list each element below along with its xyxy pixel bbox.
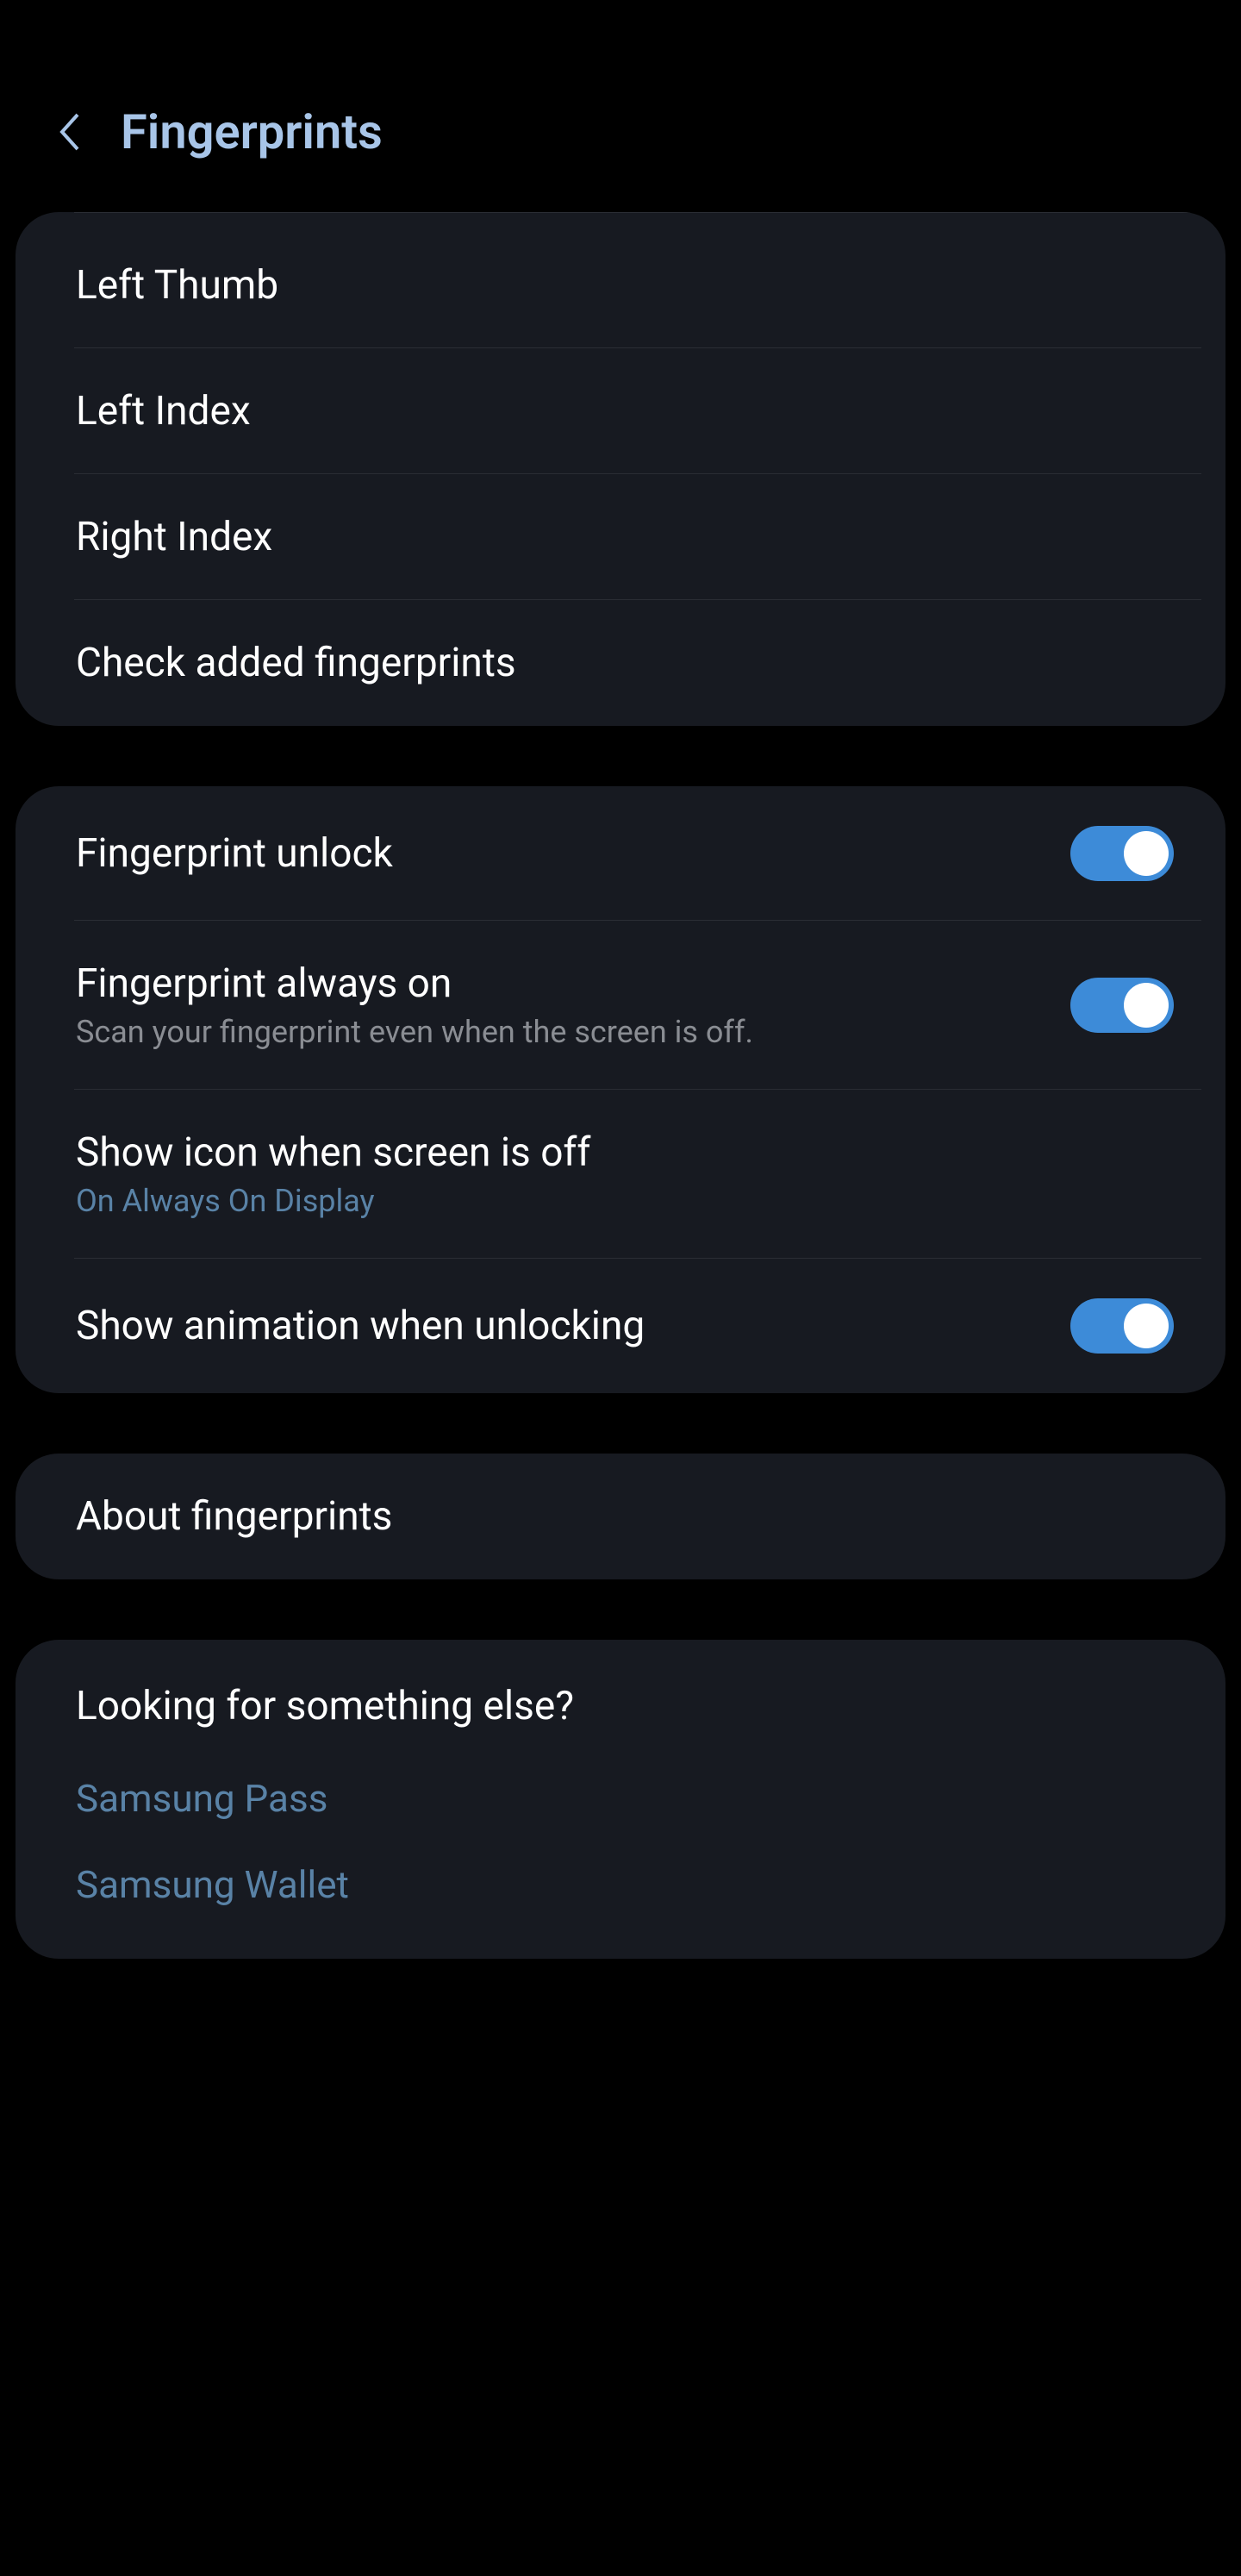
fingerprint-unlock-toggle[interactable] bbox=[1070, 826, 1174, 881]
setting-label: Show animation when unlocking bbox=[76, 1303, 1070, 1349]
page-title: Fingerprints bbox=[121, 103, 383, 160]
fingerprint-label: Right Index bbox=[76, 514, 1174, 560]
check-fingerprints-label: Check added fingerprints bbox=[76, 640, 1174, 686]
samsung-wallet-link[interactable]: Samsung Wallet bbox=[16, 1841, 1225, 1959]
header: Fingerprints bbox=[0, 0, 1241, 212]
fingerprint-label: Left Thumb bbox=[76, 262, 1174, 309]
about-label: About fingerprints bbox=[76, 1493, 1174, 1540]
fingerprints-card: Left Thumb Left Index Right Index Check … bbox=[16, 212, 1225, 726]
fingerprint-always-on-toggle[interactable] bbox=[1070, 978, 1174, 1033]
back-icon[interactable] bbox=[52, 106, 86, 158]
settings-card: Fingerprint unlock Fingerprint always on… bbox=[16, 786, 1225, 1393]
show-animation-item[interactable]: Show animation when unlocking bbox=[16, 1259, 1225, 1393]
about-card: About fingerprints bbox=[16, 1454, 1225, 1579]
samsung-pass-link[interactable]: Samsung Pass bbox=[16, 1755, 1225, 1841]
setting-sublabel: Scan your fingerprint even when the scre… bbox=[76, 1014, 1070, 1050]
fingerprint-always-on-item[interactable]: Fingerprint always on Scan your fingerpr… bbox=[16, 921, 1225, 1090]
setting-label: Fingerprint unlock bbox=[76, 830, 1070, 877]
fingerprint-unlock-item[interactable]: Fingerprint unlock bbox=[16, 786, 1225, 921]
setting-label: Fingerprint always on bbox=[76, 960, 1070, 1007]
about-fingerprints-item[interactable]: About fingerprints bbox=[16, 1454, 1225, 1579]
looking-card: Looking for something else? Samsung Pass… bbox=[16, 1640, 1225, 1959]
show-animation-toggle[interactable] bbox=[1070, 1298, 1174, 1354]
looking-header: Looking for something else? bbox=[16, 1640, 1225, 1755]
fingerprint-label: Left Index bbox=[76, 388, 1174, 435]
show-icon-item[interactable]: Show icon when screen is off On Always O… bbox=[16, 1090, 1225, 1259]
fingerprint-item-left-thumb[interactable]: Left Thumb bbox=[16, 212, 1225, 348]
fingerprint-item-left-index[interactable]: Left Index bbox=[16, 348, 1225, 474]
fingerprint-item-right-index[interactable]: Right Index bbox=[16, 474, 1225, 600]
check-fingerprints-item[interactable]: Check added fingerprints bbox=[16, 600, 1225, 726]
setting-sublabel: On Always On Display bbox=[76, 1183, 1174, 1219]
setting-label: Show icon when screen is off bbox=[76, 1129, 1174, 1176]
